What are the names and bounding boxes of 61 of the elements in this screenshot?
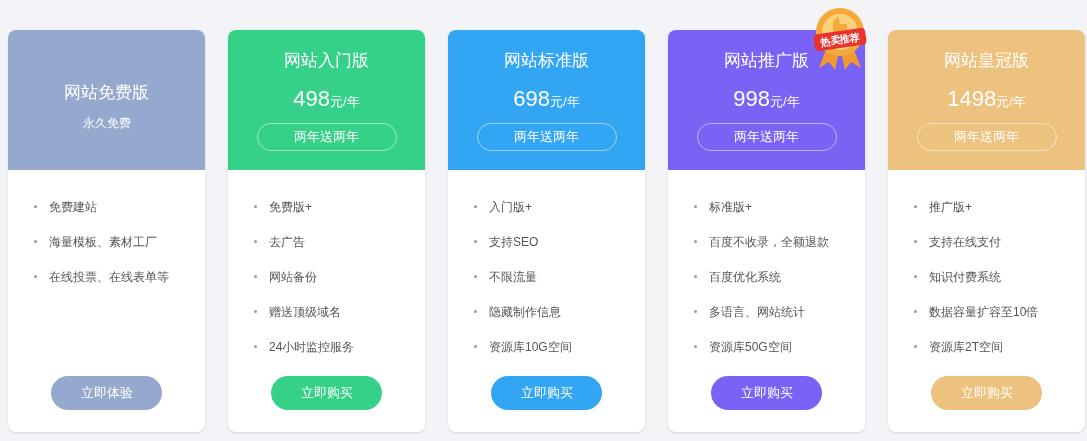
plan-button[interactable]: 立即购买 [271,376,382,410]
bullet-icon [694,310,697,313]
feature-text: 在线投票、在线表单等 [49,268,169,286]
bullet-icon [914,310,917,313]
feature-text: 百度不收录，全额退款 [709,233,829,251]
feature-text: 免费建站 [49,198,97,216]
plan-price: 698元/年 [513,84,580,113]
feature-text: 去广告 [269,233,305,251]
feature-text: 入门版+ [489,198,532,216]
feature-text: 海量模板、素材工厂 [49,233,157,251]
feature-text: 赠送顶级域名 [269,303,341,321]
feature-text: 百度优化系统 [709,268,781,286]
bullet-icon [34,205,37,208]
feature-text: 支持SEO [489,233,539,251]
bullet-icon [914,205,917,208]
feature-text: 多语言、网站统计 [709,303,805,321]
bullet-icon [474,345,477,348]
feature-text: 不限流量 [489,268,537,286]
bullet-icon [914,275,917,278]
plan-price: 998元/年 [733,84,800,113]
feature-text: 推广版+ [929,198,972,216]
feature-text: 免费版+ [269,198,312,216]
plan-price: 1498元/年 [947,84,1026,113]
plan-subtitle: 永久免费 [82,114,131,132]
plan-button[interactable]: 立即购买 [931,376,1042,410]
bullet-icon [474,275,477,278]
feature-text: 资源库2T空间 [929,338,1003,356]
feature-text: 资源库50G空间 [709,338,792,356]
bullet-icon [254,345,257,348]
bullet-icon [694,205,697,208]
bullet-icon [694,240,697,243]
feature-text: 数据容量扩容至10倍 [929,303,1039,321]
bullet-icon [254,310,257,313]
feature-text: 网站备份 [269,268,317,286]
bullet-icon [474,240,477,243]
bullet-icon [474,310,477,313]
bullet-icon [914,240,917,243]
bullet-icon [254,240,257,243]
bullet-icon [694,345,697,348]
plan-button[interactable]: 立即购买 [711,376,822,410]
bullet-icon [34,240,37,243]
bullet-icon [254,275,257,278]
bullet-icon [254,205,257,208]
feature-text: 24小时监控服务 [269,338,355,356]
feature-text: 标准版+ [709,198,752,216]
feature-text: 知识付费系统 [929,268,1001,286]
plan-button[interactable]: 立即体验 [51,376,162,410]
plan-button[interactable]: 立即购买 [491,376,602,410]
bullet-icon [34,275,37,278]
plan-name: 网站标准版 [504,50,589,72]
plan-price: 498元/年 [293,84,360,113]
feature-text: 支持在线支付 [929,233,1001,251]
bullet-icon [694,275,697,278]
feature-text: 隐藏制作信息 [489,303,561,321]
plan-name: 网站免费版 [64,82,149,104]
plan-name: 网站皇冠版 [944,50,1029,72]
bullet-icon [474,205,477,208]
plan-name: 网站推广版 [724,50,809,72]
bullet-icon [914,345,917,348]
feature-text: 资源库10G空间 [489,338,572,356]
plan-name: 网站入门版 [284,50,369,72]
